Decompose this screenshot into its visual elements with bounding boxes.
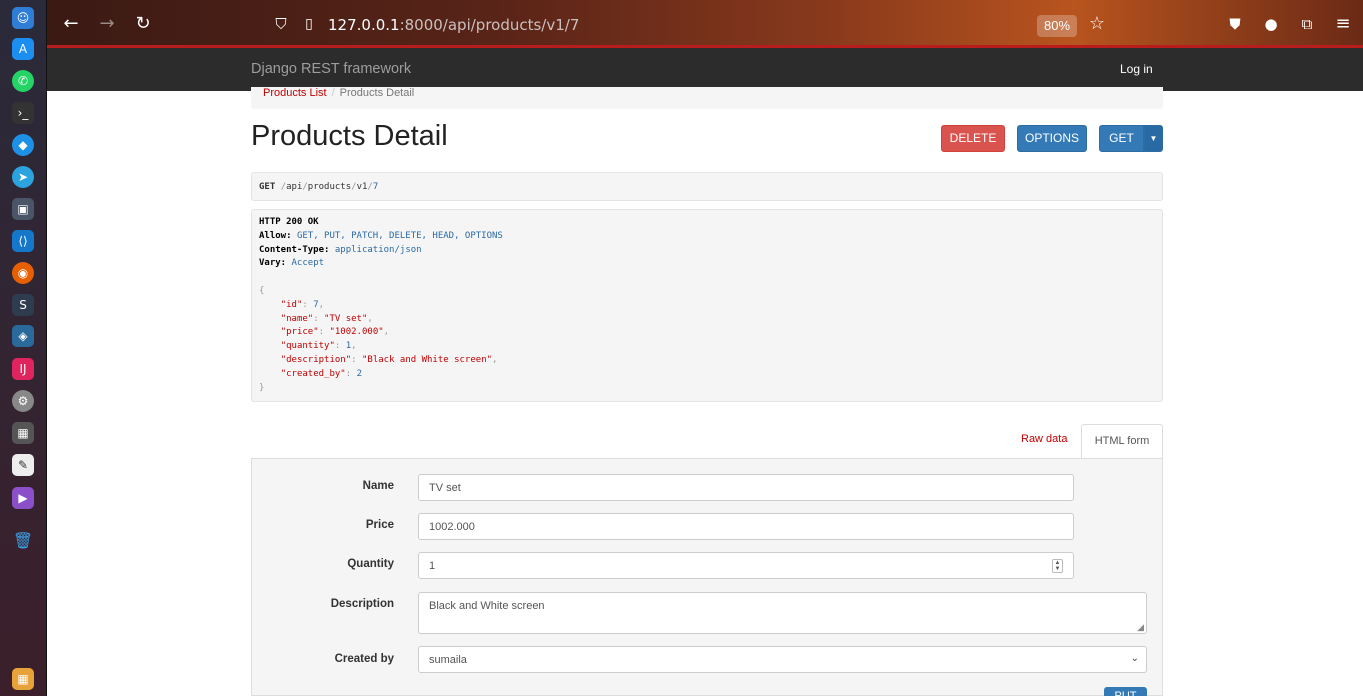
calculator-icon[interactable]: ▦ <box>12 422 34 444</box>
url-host: 127.0.0.1 <box>328 16 400 34</box>
forward-icon[interactable]: → <box>97 14 117 34</box>
created-by-label: Created by <box>334 653 394 665</box>
bookmark-star-icon[interactable]: ☆ <box>1087 14 1107 34</box>
price-input[interactable]: 1002.000 <box>418 513 1074 540</box>
price-label: Price <box>365 519 394 531</box>
quantity-stepper[interactable]: 1 ▲ ▼ <box>418 552 1074 579</box>
browser-toolbar: ← → ↻ ⛉ ▯ 127.0.0.1 :8000/api/products/v… <box>47 0 1363 48</box>
get-button[interactable]: GET <box>1099 125 1144 152</box>
reload-icon[interactable]: ↻ <box>133 14 153 34</box>
app-dock: ☺ A ✆ ›_ ◆ ➤ ▣ ⟨⟩ ◉ S ◈ IJ ⚙ ▦ ✎ ▶ 🗑 ▦ <box>0 0 47 696</box>
json-name-value: "TV set" <box>324 313 368 324</box>
description-value: Black and White screen <box>429 600 545 612</box>
intellij-icon[interactable]: IJ <box>12 358 34 380</box>
response-header-name: Allow: <box>259 230 292 241</box>
trash-icon[interactable]: 🗑 <box>12 529 34 551</box>
back-icon[interactable]: ← <box>61 14 81 34</box>
response-info: HTTP 200 OK Allow: GET, PUT, PATCH, DELE… <box>251 209 1163 402</box>
json-price-value: "1002.000" <box>329 327 384 338</box>
request-info: GET /api/products/v1/7 <box>251 172 1163 201</box>
remote-desktop-icon[interactable]: ▣ <box>12 198 34 220</box>
video-app-icon[interactable]: ▶ <box>12 487 34 509</box>
system-preferences-icon[interactable]: ⚙ <box>12 390 34 412</box>
menu-icon[interactable]: ≡ <box>1333 14 1353 34</box>
text-editor-icon[interactable]: ✎ <box>12 454 34 476</box>
extensions-icon[interactable]: ⧉ <box>1297 14 1317 34</box>
vscode-icon[interactable]: ⟨⟩ <box>12 230 34 252</box>
request-path-segment[interactable]: api <box>286 182 302 192</box>
request-path-segment[interactable]: 7 <box>373 182 378 192</box>
launchpad-icon[interactable]: ▦ <box>12 668 34 690</box>
name-input[interactable]: TV set <box>418 474 1074 501</box>
mysql-workbench-icon[interactable]: ◈ <box>12 325 34 347</box>
docker-icon[interactable]: ◆ <box>12 134 34 156</box>
breadcrumb-products-list[interactable]: Products List <box>263 87 327 99</box>
caret-down-icon: ▼ <box>1149 134 1158 143</box>
response-header-value: Accept <box>291 258 325 269</box>
extension-avatar-icon[interactable]: ● <box>1261 14 1281 34</box>
name-label: Name <box>362 480 394 492</box>
request-path-segment[interactable]: v1 <box>357 182 368 192</box>
app-store-icon[interactable]: A <box>12 38 34 60</box>
page-title: Products Detail <box>251 120 448 152</box>
page-info-icon[interactable]: ▯ <box>299 14 319 34</box>
json-description-value: "Black and White screen" <box>361 354 493 365</box>
navbar-brand[interactable]: Django REST framework <box>251 61 411 77</box>
json-created-by-value: 2 <box>356 368 362 379</box>
spinner-arrows-icon[interactable]: ▲ ▼ <box>1052 559 1063 573</box>
created-by-select[interactable]: sumaila ⌄ <box>418 646 1147 673</box>
get-format-dropdown-button[interactable]: ▼ <box>1144 125 1163 152</box>
request-path-segment[interactable]: products <box>308 182 351 192</box>
description-textarea[interactable]: Black and White screen ◢ <box>418 592 1147 634</box>
response-header-value: application/json <box>334 244 422 255</box>
breadcrumb-separator: / <box>331 87 335 99</box>
response-status: HTTP 200 OK <box>259 217 319 227</box>
resize-handle-icon[interactable]: ◢ <box>1137 622 1144 633</box>
whatsapp-icon[interactable]: ✆ <box>12 70 34 92</box>
tab-raw-data[interactable]: Raw data <box>1021 433 1067 445</box>
created-by-value: sumaila <box>429 654 467 666</box>
url-bar[interactable]: 127.0.0.1 :8000/api/products/v1/7 <box>328 10 748 40</box>
login-link[interactable]: Log in <box>1120 62 1153 76</box>
sourcetree-icon[interactable]: S <box>12 294 34 316</box>
response-header-name: Vary: <box>259 258 287 269</box>
response-header-value: GET, PUT, PATCH, DELETE, HEAD, OPTIONS <box>296 230 503 241</box>
quantity-label: Quantity <box>347 558 394 570</box>
options-button[interactable]: OPTIONS <box>1017 125 1087 152</box>
request-method: GET <box>259 182 276 192</box>
chevron-down-icon: ⌄ <box>1130 653 1139 664</box>
pocket-icon[interactable]: ⛊ <box>1225 14 1245 34</box>
response-header-name: Content-Type: <box>259 244 330 255</box>
telegram-icon[interactable]: ➤ <box>12 166 34 188</box>
zoom-indicator[interactable]: 80% <box>1037 15 1078 37</box>
url-path: :8000/api/products/v1/7 <box>399 16 580 34</box>
quantity-value: 1 <box>429 560 436 572</box>
delete-button[interactable]: DELETE <box>941 125 1005 152</box>
drf-navbar: Django REST framework Log in <box>47 48 1363 91</box>
shield-icon[interactable]: ⛉ <box>271 14 291 34</box>
description-label: Description <box>330 598 394 610</box>
breadcrumb: Products List / Products Detail <box>251 87 1163 109</box>
terminal-icon[interactable]: ›_ <box>12 102 34 124</box>
finder-icon[interactable]: ☺ <box>12 7 34 29</box>
firefox-icon[interactable]: ◉ <box>12 262 34 284</box>
tab-html-form[interactable]: HTML form <box>1081 424 1163 459</box>
breadcrumb-products-detail: Products Detail <box>339 87 415 99</box>
put-button[interactable]: PUT <box>1104 687 1147 696</box>
